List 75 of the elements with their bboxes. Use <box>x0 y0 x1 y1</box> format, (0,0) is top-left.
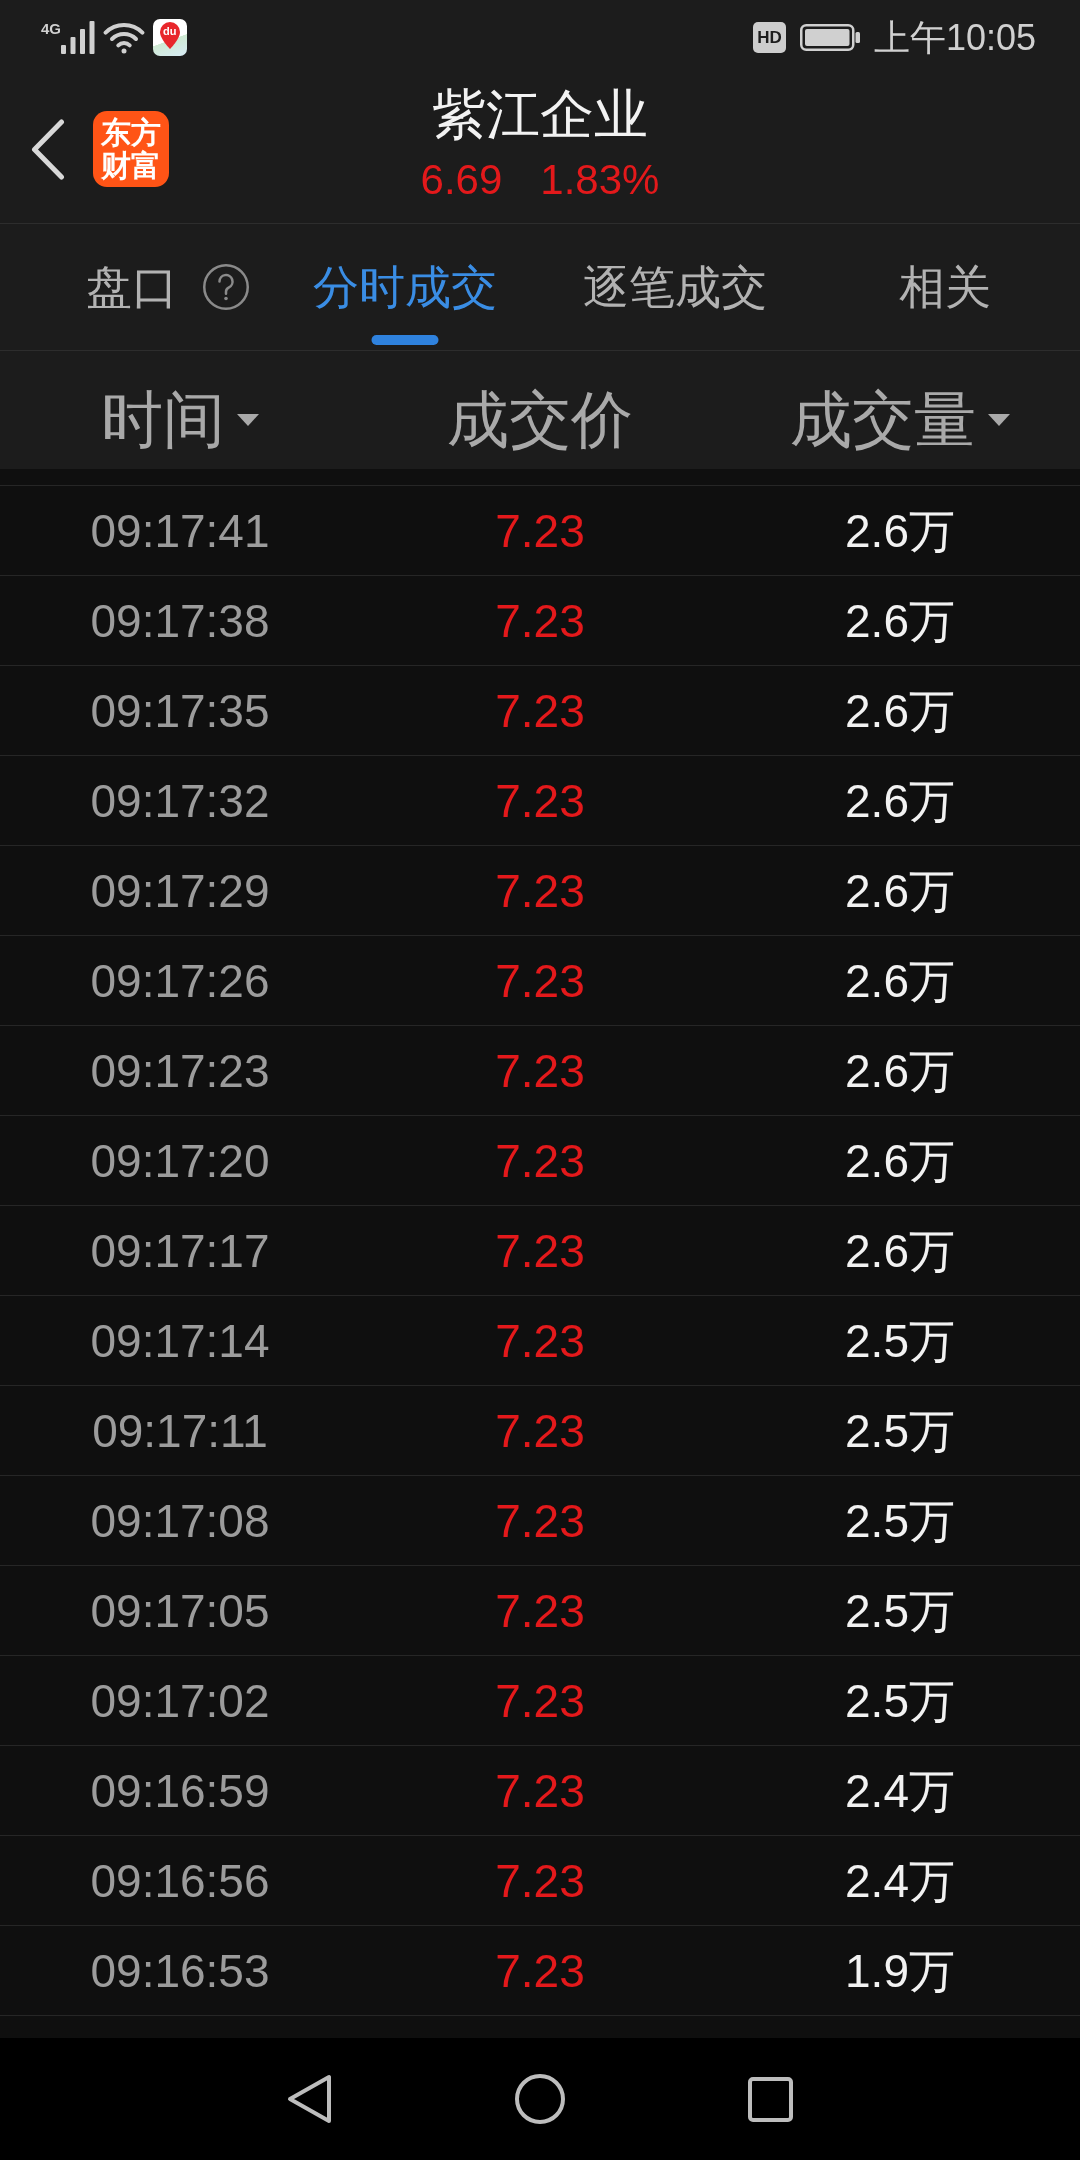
trade-price: 7.23 <box>495 595 585 646</box>
trade-time: 09:17:08 <box>90 1495 270 1546</box>
trade-price: 7.23 <box>495 1675 585 1726</box>
trade-time: 09:17:32 <box>90 775 270 826</box>
trade-price: 7.23 <box>495 685 585 736</box>
trade-price: 7.23 <box>495 1495 585 1546</box>
trade-price: 7.23 <box>495 1585 585 1636</box>
trade-time: 09:17:05 <box>90 1585 270 1636</box>
trade-time: 09:17:41 <box>90 505 270 556</box>
column-header[interactable]: 时间 <box>101 387 259 453</box>
trade-volume: 2.5万 <box>845 1405 955 1456</box>
trade-volume: 2.6万 <box>845 865 955 916</box>
trade-price: 7.23 <box>495 865 585 916</box>
clock-time: 上午10:05 <box>873 17 1036 58</box>
price-change: 1.83% <box>540 157 660 203</box>
trade-volume: 2.5万 <box>845 1675 955 1726</box>
recent-apps-icon[interactable] <box>748 2076 793 2122</box>
map-pin-icon <box>160 22 180 49</box>
trade-time: 09:16:56 <box>90 1855 270 1906</box>
stock-name: 紫江企业 <box>432 84 648 144</box>
trade-price: 7.23 <box>495 955 585 1006</box>
tab[interactable]: 盘口 <box>86 224 249 350</box>
trade-price: 7.23 <box>495 1765 585 1816</box>
trade-price: 7.23 <box>495 1135 585 1186</box>
trade-price: 7.23 <box>495 1045 585 1096</box>
network-type: 4G <box>41 21 61 36</box>
trade-price: 7.23 <box>495 1855 585 1906</box>
home-icon[interactable] <box>515 2074 565 2124</box>
trade-volume: 2.6万 <box>845 1135 955 1186</box>
trade-time: 09:17:23 <box>90 1045 270 1096</box>
trade-volume: 2.4万 <box>845 1855 955 1906</box>
hd-badge: HD <box>752 22 786 53</box>
help-icon[interactable] <box>203 264 249 310</box>
back-icon[interactable] <box>31 118 65 180</box>
stock-price: 6.69 <box>420 157 503 203</box>
trade-volume: 2.4万 <box>845 1765 955 1816</box>
trade-time: 09:17:38 <box>90 595 270 646</box>
back-icon[interactable] <box>287 2074 332 2124</box>
column-header[interactable]: 成交量 <box>790 387 1010 453</box>
trade-price: 7.23 <box>495 1315 585 1366</box>
trade-time: 09:17:17 <box>90 1225 270 1276</box>
trade-volume: 2.5万 <box>845 1315 955 1366</box>
trade-price: 7.23 <box>495 1225 585 1276</box>
trade-volume: 2.6万 <box>845 595 955 646</box>
trade-time: 09:16:53 <box>90 1945 270 1996</box>
signal-icon <box>61 21 95 54</box>
trade-volume: 2.6万 <box>845 1225 955 1276</box>
app-logo: 东方财富 <box>93 111 169 187</box>
trade-price: 7.23 <box>495 1405 585 1456</box>
trade-time: 09:17:29 <box>90 865 270 916</box>
trade-volume: 2.5万 <box>845 1495 955 1546</box>
battery-icon <box>799 24 860 51</box>
trade-volume: 2.6万 <box>845 775 955 826</box>
trade-time: 09:17:14 <box>90 1315 270 1366</box>
trade-volume: 2.5万 <box>845 1585 955 1636</box>
trade-time: 09:17:11 <box>92 1405 268 1456</box>
tab[interactable]: 逐笔成交 <box>583 224 767 350</box>
trade-volume: 2.6万 <box>845 1045 955 1096</box>
trade-time: 09:17:20 <box>90 1135 270 1186</box>
trade-volume: 2.6万 <box>845 955 955 1006</box>
trade-price: 7.23 <box>495 775 585 826</box>
trade-time: 09:16:59 <box>90 1765 270 1816</box>
trade-price: 7.23 <box>495 505 585 556</box>
trade-volume: 2.6万 <box>845 505 955 556</box>
tab[interactable]: 分时成交 <box>313 224 497 350</box>
trade-time: 09:17:35 <box>90 685 270 736</box>
wifi-icon <box>103 20 145 55</box>
trade-time: 09:17:02 <box>90 1675 270 1726</box>
trade-price: 7.23 <box>495 1945 585 1996</box>
trade-time: 09:17:26 <box>90 955 270 1006</box>
trade-volume: 1.9万 <box>845 1945 955 1996</box>
tab[interactable]: 相关 <box>899 224 991 350</box>
app-icon-label: du <box>163 26 177 37</box>
trade-volume: 2.6万 <box>845 685 955 736</box>
column-header: 成交价 <box>447 387 633 453</box>
